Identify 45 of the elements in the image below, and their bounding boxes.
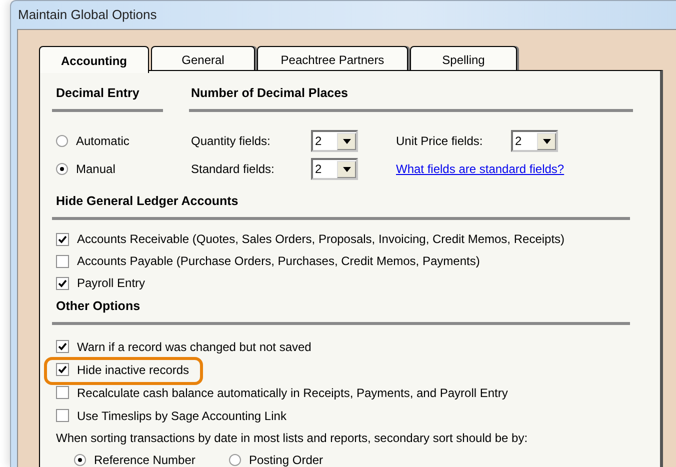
option-label: Warn if a record was changed but not saved <box>77 338 312 356</box>
radio-button[interactable] <box>229 454 241 466</box>
field-label: Unit Price fields: <box>396 133 484 150</box>
window-title: Maintain Global Options <box>18 7 157 22</box>
radio-button[interactable] <box>56 135 68 147</box>
tab[interactable]: Peachtree Partners <box>257 46 408 70</box>
caret-icon <box>342 166 350 172</box>
tab[interactable]: Accounting <box>39 46 149 73</box>
section-heading: Hide General Ledger Accounts <box>55 193 240 209</box>
option-label: Payroll Entry <box>77 275 146 292</box>
option-label: Reference Number <box>94 452 196 467</box>
checkbox[interactable] <box>56 340 69 353</box>
dropdown-button[interactable] <box>337 160 356 178</box>
option-label: Accounts Payable (Purchase Orders, Purchases, Credit Memos, Payments) <box>77 253 480 270</box>
section-heading: Other Options <box>55 298 142 314</box>
caret-icon <box>542 138 550 144</box>
field-label: Standard fields: <box>191 161 276 178</box>
option-label: Manual <box>76 161 116 178</box>
checkbox[interactable] <box>56 386 69 399</box>
section-heading: Number of Decimal Places <box>191 85 350 101</box>
tab[interactable]: General <box>151 46 255 70</box>
checkbox[interactable] <box>56 363 69 376</box>
field-label: Quantity fields: <box>191 133 272 150</box>
option-label: Use Timeslips by Sage Accounting Link <box>77 408 286 424</box>
option-label: Posting Order <box>249 452 324 467</box>
checkbox[interactable] <box>56 232 69 246</box>
checkbox[interactable] <box>56 276 69 290</box>
section-heading: Decimal Entry <box>56 85 140 101</box>
checkbox[interactable] <box>56 254 69 268</box>
option-label: Accounts Receivable (Quotes, Sales Orders, Proposals, Invoicing, Credit Memos, Receipts) <box>77 231 565 248</box>
dropdown-field[interactable]: 2 <box>311 158 358 180</box>
dropdown-field[interactable]: 2 <box>311 130 358 152</box>
radio-button[interactable] <box>74 454 86 466</box>
radio-button[interactable] <box>56 163 68 175</box>
option-label: Hide inactive records <box>77 362 190 378</box>
checkbox[interactable] <box>56 409 69 422</box>
option-label: Recalculate cash balance automatically in Receipts, Payments, and Payroll Entry <box>77 384 508 402</box>
help-link[interactable]: What fields are standard fields? <box>396 160 571 178</box>
sort-prompt: When sorting transactions by date in most lists and reports, secondary sort should be by: <box>55 430 529 447</box>
tab[interactable]: Spelling <box>410 46 517 70</box>
caret-icon <box>342 138 350 144</box>
dropdown-button[interactable] <box>337 132 356 150</box>
dropdown-button[interactable] <box>537 132 556 150</box>
option-label: Automatic <box>76 133 130 150</box>
dropdown-field[interactable]: 2 <box>511 130 558 152</box>
